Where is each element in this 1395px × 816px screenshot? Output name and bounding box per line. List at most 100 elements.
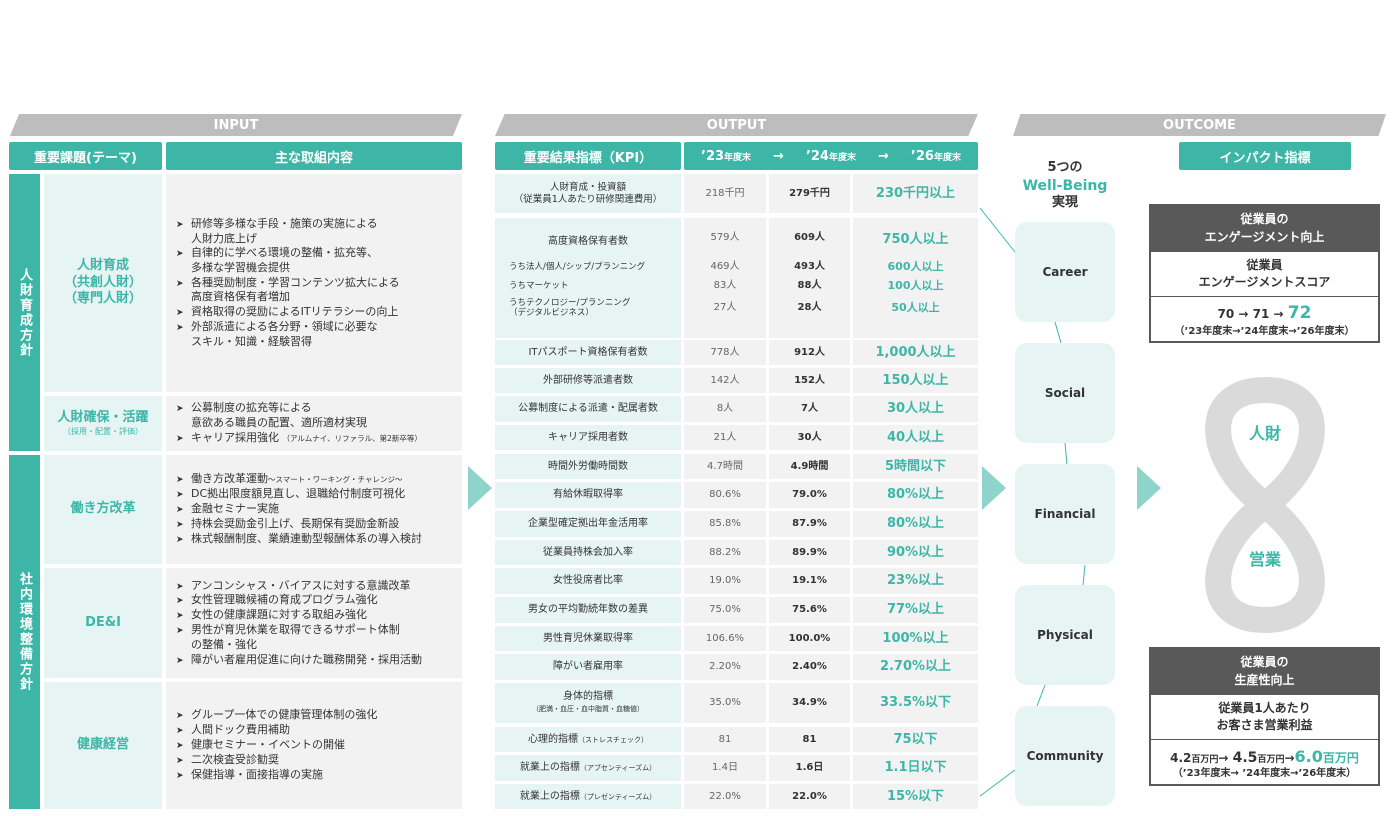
kpi-v26: 33.5%以下 <box>853 683 978 723</box>
kpi-name: 従業員持株会加入率 <box>495 540 681 565</box>
kpi-name: 就業上の指標（プレゼンティーズム） <box>495 784 681 809</box>
wellbeing-community: Community <box>1015 706 1115 806</box>
theme-kenko: 健康経営 <box>44 682 162 809</box>
action-item: グループ一体での健康管理体制の強化 <box>176 708 452 723</box>
output-band: OUTPUT <box>495 114 978 136</box>
infinity-icon <box>1205 376 1325 634</box>
kpi-v26: 75以下 <box>853 727 978 752</box>
kpi-v23: 106.6% <box>684 626 766 651</box>
kpi-v24: 89.9% <box>769 540 850 565</box>
kpi-v23: 88.2% <box>684 540 766 565</box>
kpi-v23: 4.7時間 <box>684 454 766 479</box>
kpi-v24: 75.6% <box>769 597 850 623</box>
year-26-label: ’26年度末 <box>910 148 961 164</box>
action-item: 研修等多様な手段・施策の実施による 人財力底上げ <box>176 217 452 246</box>
policy-shanai: 社内環境整備方針 <box>9 455 40 809</box>
action-item: 自律的に学べる環境の整備・拡充等、 多様な学習機会提供 <box>176 246 452 275</box>
kpi-v24: 279千円 <box>769 174 850 213</box>
actions-hatarakikata: 働き方改革運動～スマート・ワーキング・チャレンジ～ DC拠出限度額見直し、退職給… <box>166 455 462 564</box>
year-23-label: ’23年度末 <box>701 148 752 164</box>
kpi-v26: 600人以上 <box>887 260 944 274</box>
kpi-name: 男女の平均勤続年数の差異 <box>495 597 681 623</box>
kpi-v26: 80%以上 <box>853 511 978 537</box>
kpi-v23: 2.20% <box>684 654 766 680</box>
kpi-v23: 8人 <box>684 396 766 422</box>
kpi-header: 重要結果指標（KPI） <box>495 142 681 170</box>
kpi-v26: 100%以上 <box>853 626 978 651</box>
impact-productivity-values: 4.2百万円→ 4.5百万円→6.0百万円 （’23年度末→ ’24年度末→’2… <box>1149 739 1380 786</box>
theme-jinzai-kakuho: 人財確保・活躍 （採用・配置・評価） <box>44 396 162 451</box>
kpi-v23: 75.0% <box>684 597 766 623</box>
kpi-v23: 778人 <box>684 340 766 365</box>
kpi-v24: 19.1% <box>769 568 850 594</box>
kpi-v23: 469人 <box>710 261 740 272</box>
infinity-bottom-label: 営業 <box>1248 550 1281 569</box>
action-item: 男性が育児休業を取得できるサポート体制 の整備・強化 <box>176 623 452 652</box>
kpi-v24: 1.6日 <box>769 755 850 781</box>
action-item: 株式報酬制度、業績連動型報酬体系の導入検討 <box>176 532 452 547</box>
kpi-v23: 81 <box>684 727 766 752</box>
arrow-2: → <box>878 148 889 164</box>
kpi-note: （ストレスチェック） <box>578 735 648 744</box>
kpi-v26: 230千円以上 <box>853 174 978 213</box>
kpi-v24: 100.0% <box>769 626 850 651</box>
action-item: 持株会奨励金引上げ、長期保有奨励金新設 <box>176 517 452 532</box>
impact-header: インパクト指標 <box>1179 142 1351 170</box>
actions-header: 主な取組内容 <box>166 142 462 170</box>
engagement-scores: 70 → 71 → 72 <box>1217 303 1312 324</box>
kpi-v24: 2.40% <box>769 654 850 680</box>
kpi-v26: 1,000人以上 <box>853 340 978 365</box>
action-item: 女性管理職候補の育成プログラム強化 <box>176 593 452 608</box>
kpi-v26: 23%以上 <box>853 568 978 594</box>
kpi-name: 就業上の指標（アブセンティーズム） <box>495 755 681 781</box>
action-item: 保健指導・面接指導の実施 <box>176 768 452 783</box>
kpi-name: 男性育児休業取得率 <box>495 626 681 651</box>
actions-jinzai-ikusei: 研修等多様な手段・施策の実施による 人財力底上げ 自律的に学べる環境の整備・拡充… <box>166 174 462 392</box>
kpi-v24: 912人 <box>769 340 850 365</box>
kpi-v23: 22.0% <box>684 784 766 809</box>
kpi-v23: 83人 <box>713 280 737 291</box>
action-item: 資格取得の奨励によるITリテラシーの向上 <box>176 305 452 320</box>
kpi-v23: 21人 <box>684 425 766 450</box>
kpi-v26: 80%以上 <box>853 482 978 508</box>
kpi-name: 時間外労働時間数 <box>495 454 681 479</box>
kpi-name: 外部研修等派遣者数 <box>495 368 681 393</box>
year-24-label: ’24年度末 <box>805 148 856 164</box>
kpi-name: 公募制度による派遣・配属者数 <box>495 396 681 422</box>
engagement-years: （’23年度末→’24年度末→’26年度末） <box>1174 325 1355 337</box>
impact-engagement-head: 従業員の エンゲージメント向上 <box>1149 204 1380 252</box>
kpi-v24: 88人 <box>797 280 822 291</box>
kpi-v26: 40人以上 <box>853 425 978 450</box>
actions-kenko: グループ一体での健康管理体制の強化 人間ドック費用補助 健康セミナー・イベントの… <box>166 682 462 809</box>
action-note: （アルムナイ、リファラル、第2新卒等） <box>282 433 422 443</box>
kpi-v23: 27人 <box>713 302 737 313</box>
kpi-name: うちテクノロジー/プランニング （デジタルビジネス） <box>509 297 631 318</box>
kpi-name: 身体的指標 （肥満・血圧・血中脂質・血糖値） <box>495 683 681 723</box>
kpi-v26: 15%以下 <box>853 784 978 809</box>
action-item: 健康セミナー・イベントの開催 <box>176 738 452 753</box>
input-band: INPUT <box>10 114 462 136</box>
wellbeing-career: Career <box>1015 222 1115 322</box>
kpi-v23: 85.8% <box>684 511 766 537</box>
impact-productivity-head: 従業員の 生産性向上 <box>1149 647 1380 695</box>
kpi-name: 女性役席者比率 <box>495 568 681 594</box>
action-item: 障がい者雇用促進に向けた職務開発・採用活動 <box>176 653 452 668</box>
theme-header: 重要課題(テーマ) <box>9 142 162 170</box>
policy-jinzai: 人財育成方針 <box>9 174 40 451</box>
kpi-v23: 142人 <box>684 368 766 393</box>
theme-hatarakikata: 働き方改革 <box>44 455 162 564</box>
kpi-name: うち法人/個人/シップ/プランニング <box>509 261 646 272</box>
infinity-top-label: 人財 <box>1248 424 1281 443</box>
kpi-v23: 1.4日 <box>684 755 766 781</box>
kpi-note: （アブセンティーズム） <box>579 764 657 772</box>
action-item: DC拠出限度額見直し、退職給付制度可視化 <box>176 487 452 502</box>
impact-engagement-metric: 従業員 エンゲージメントスコア <box>1149 252 1380 296</box>
kpi-v26: 50人以上 <box>891 301 940 315</box>
kpi-v26: 150人以上 <box>853 368 978 393</box>
action-item: 金融セミナー実施 <box>176 502 452 517</box>
action-item: 公募制度の拡充等による 意欲ある職員の配置、適所適材実現 <box>176 401 452 430</box>
action-item: 人間ドック費用補助 <box>176 723 452 738</box>
kpi-v23: 19.0% <box>684 568 766 594</box>
years-header: ’23年度末 → ’24年度末 → ’26年度末 <box>684 142 978 170</box>
kpi-name: キャリア採用者数 <box>495 425 681 450</box>
